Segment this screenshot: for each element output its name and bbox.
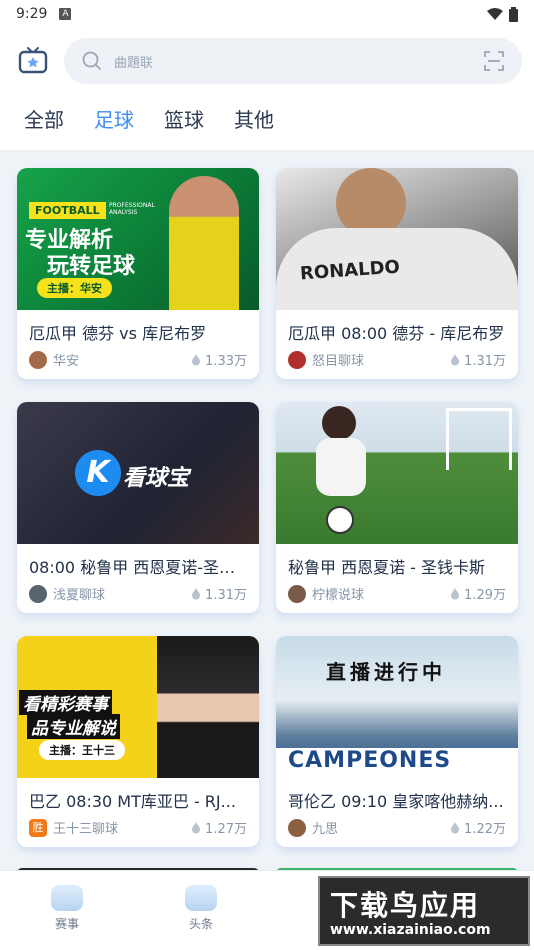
views: 1.33万 xyxy=(191,350,247,369)
stream-card[interactable]: 秘鲁甲 西恩夏诺 - 圣钱卡斯 柠檬说球 1.29万 xyxy=(276,402,518,613)
thumb-headline-1: 看精彩赛事 xyxy=(19,690,112,715)
views: 1.31万 xyxy=(450,350,506,369)
stream-meta: 九思 1.22万 xyxy=(276,812,518,847)
stream-title: 厄瓜甲 08:00 德芬 - 库尼布罗 xyxy=(288,324,505,343)
thumb-goal-net xyxy=(446,408,512,470)
thumb-host: 主播：王十三 xyxy=(39,740,125,760)
stream-thumbnail: 看精彩赛事 品专业解说 主播：王十三 xyxy=(17,636,259,778)
stream-meta: 柠檬说球 1.29万 xyxy=(276,578,518,613)
flame-icon xyxy=(192,587,201,599)
thumb-brand: FOOTBALL xyxy=(29,202,106,219)
author-name: 浅夏聊球 xyxy=(53,588,106,603)
flame-icon xyxy=(451,587,460,599)
tv-icon xyxy=(18,47,48,74)
stream-card[interactable]: FOOTBALL PROFESSIONAL ANALYSIS 专业解析 玩转足球… xyxy=(17,168,259,379)
thumb-player-body xyxy=(316,438,366,496)
view-count: 1.27万 xyxy=(205,822,247,837)
view-count: 1.33万 xyxy=(205,354,247,369)
stream-title: 哥伦乙 09:10 皇家喀他赫纳... xyxy=(288,792,504,811)
flame-icon xyxy=(192,353,201,365)
stream-grid: FOOTBALL PROFESSIONAL ANALYSIS 专业解析 玩转足球… xyxy=(0,150,534,870)
author-name: 柠檬说球 xyxy=(312,588,365,603)
view-count: 1.29万 xyxy=(464,588,506,603)
stream-thumbnail: 直播进行中 CAMPEONES xyxy=(276,636,518,778)
tab-basketball[interactable]: 篮球 xyxy=(164,104,204,133)
thumb-player-head xyxy=(322,406,356,440)
wifi-icon xyxy=(487,7,503,20)
headlines-icon xyxy=(185,885,217,911)
thumb-host-figure xyxy=(157,636,259,778)
stream-thumbnail xyxy=(276,402,518,544)
stream-thumbnail: FOOTBALL PROFESSIONAL ANALYSIS 专业解析 玩转足球… xyxy=(17,168,259,310)
search-bar[interactable]: 曲題联 xyxy=(64,38,522,84)
tab-other[interactable]: 其他 xyxy=(234,104,274,133)
avatar xyxy=(29,584,47,603)
stream-card[interactable]: RONALDO 厄瓜甲 08:00 德芬 - 库尼布罗 怒目聊球 1.31万 xyxy=(276,168,518,379)
status-icons xyxy=(487,6,518,22)
thumb-headline-1: 直播进行中 xyxy=(326,660,446,684)
scan-icon[interactable] xyxy=(484,51,504,71)
notification-a-icon: A xyxy=(59,8,72,20)
views: 1.31万 xyxy=(191,584,247,603)
status-time: 9:29 xyxy=(16,6,48,22)
category-tabs: 全部 足球 篮球 其他 xyxy=(24,104,274,133)
stream-meta: 胜 王十三聊球 1.27万 xyxy=(17,812,259,847)
view-count: 1.31万 xyxy=(205,588,247,603)
flame-icon xyxy=(451,353,460,365)
search-icon xyxy=(82,51,101,70)
thumb-brand: 看球宝 xyxy=(123,466,190,491)
watermark: 下载鸟应用 www.xiazainiao.com xyxy=(318,876,530,946)
stream-meta: 怒目聊球 1.31万 xyxy=(276,344,518,379)
flame-icon xyxy=(451,821,460,833)
thumb-banner: CAMPEONES xyxy=(288,748,452,773)
nav-headlines[interactable]: 头条 xyxy=(171,885,231,932)
stream-card[interactable]: 看精彩赛事 品专业解说 主播：王十三 巴乙 08:30 MT库亚巴 - RJ..… xyxy=(17,636,259,847)
battery-icon xyxy=(509,6,518,22)
flame-icon xyxy=(192,821,201,833)
views: 1.27万 xyxy=(191,818,247,837)
views: 1.29万 xyxy=(450,584,506,603)
stream-title: 巴乙 08:30 MT库亚巴 - RJ... xyxy=(29,792,236,811)
tv-button[interactable] xyxy=(18,46,48,76)
thumb-sub: PROFESSIONAL ANALYSIS xyxy=(109,202,155,216)
thumb-headline-2: 玩转足球 xyxy=(47,254,136,279)
stream-card[interactable]: K 看球宝 08:00 秘鲁甲 西恩夏诺-圣钱... 浅夏聊球 1.31万 xyxy=(17,402,259,613)
soccer-ball-icon xyxy=(326,506,354,534)
avatar xyxy=(29,350,47,369)
thumb-player-figure xyxy=(169,176,239,310)
top-bar: 曲題联 全部 足球 篮球 其他 xyxy=(0,28,534,150)
avatar: 胜 xyxy=(29,818,47,837)
view-count: 1.31万 xyxy=(464,354,506,369)
stream-title: 08:00 秘鲁甲 西恩夏诺-圣钱... xyxy=(29,558,251,577)
kanqiubao-logo-icon: K xyxy=(75,450,121,496)
avatar xyxy=(288,818,306,837)
avatar xyxy=(288,350,306,369)
author-name: 九思 xyxy=(312,822,339,837)
avatar xyxy=(288,584,306,603)
thumb-headline-2: 品专业解说 xyxy=(27,714,120,739)
status-bar: 9:29 A xyxy=(0,0,534,28)
stream-thumbnail: K 看球宝 xyxy=(17,402,259,544)
views: 1.22万 xyxy=(450,818,506,837)
stream-meta: 浅夏聊球 1.31万 xyxy=(17,578,259,613)
events-icon xyxy=(51,885,83,911)
author-name: 王十三聊球 xyxy=(53,822,119,837)
watermark-line1: 下载鸟应用 xyxy=(330,889,481,922)
stream-thumbnail: RONALDO xyxy=(276,168,518,310)
stream-card[interactable]: 直播进行中 CAMPEONES 哥伦乙 09:10 皇家喀他赫纳... 九思 1… xyxy=(276,636,518,847)
stream-meta: 华安 1.33万 xyxy=(17,344,259,379)
stream-title: 厄瓜甲 德芬 vs 库尼布罗 xyxy=(29,324,207,343)
search-placeholder[interactable]: 曲題联 xyxy=(114,52,484,71)
watermark-line2: www.xiazainiao.com xyxy=(330,922,491,938)
thumb-host: 主播：华安 xyxy=(37,278,112,298)
nav-events[interactable]: 赛事 xyxy=(37,885,97,932)
nav-headlines-label: 头条 xyxy=(188,917,213,931)
nav-events-label: 赛事 xyxy=(54,917,79,931)
author-name: 怒目聊球 xyxy=(312,354,365,369)
tab-football[interactable]: 足球 xyxy=(94,104,134,133)
author-name: 华安 xyxy=(53,354,80,369)
tab-all[interactable]: 全部 xyxy=(24,104,64,133)
stream-title: 秘鲁甲 西恩夏诺 - 圣钱卡斯 xyxy=(288,558,486,577)
view-count: 1.22万 xyxy=(464,822,506,837)
